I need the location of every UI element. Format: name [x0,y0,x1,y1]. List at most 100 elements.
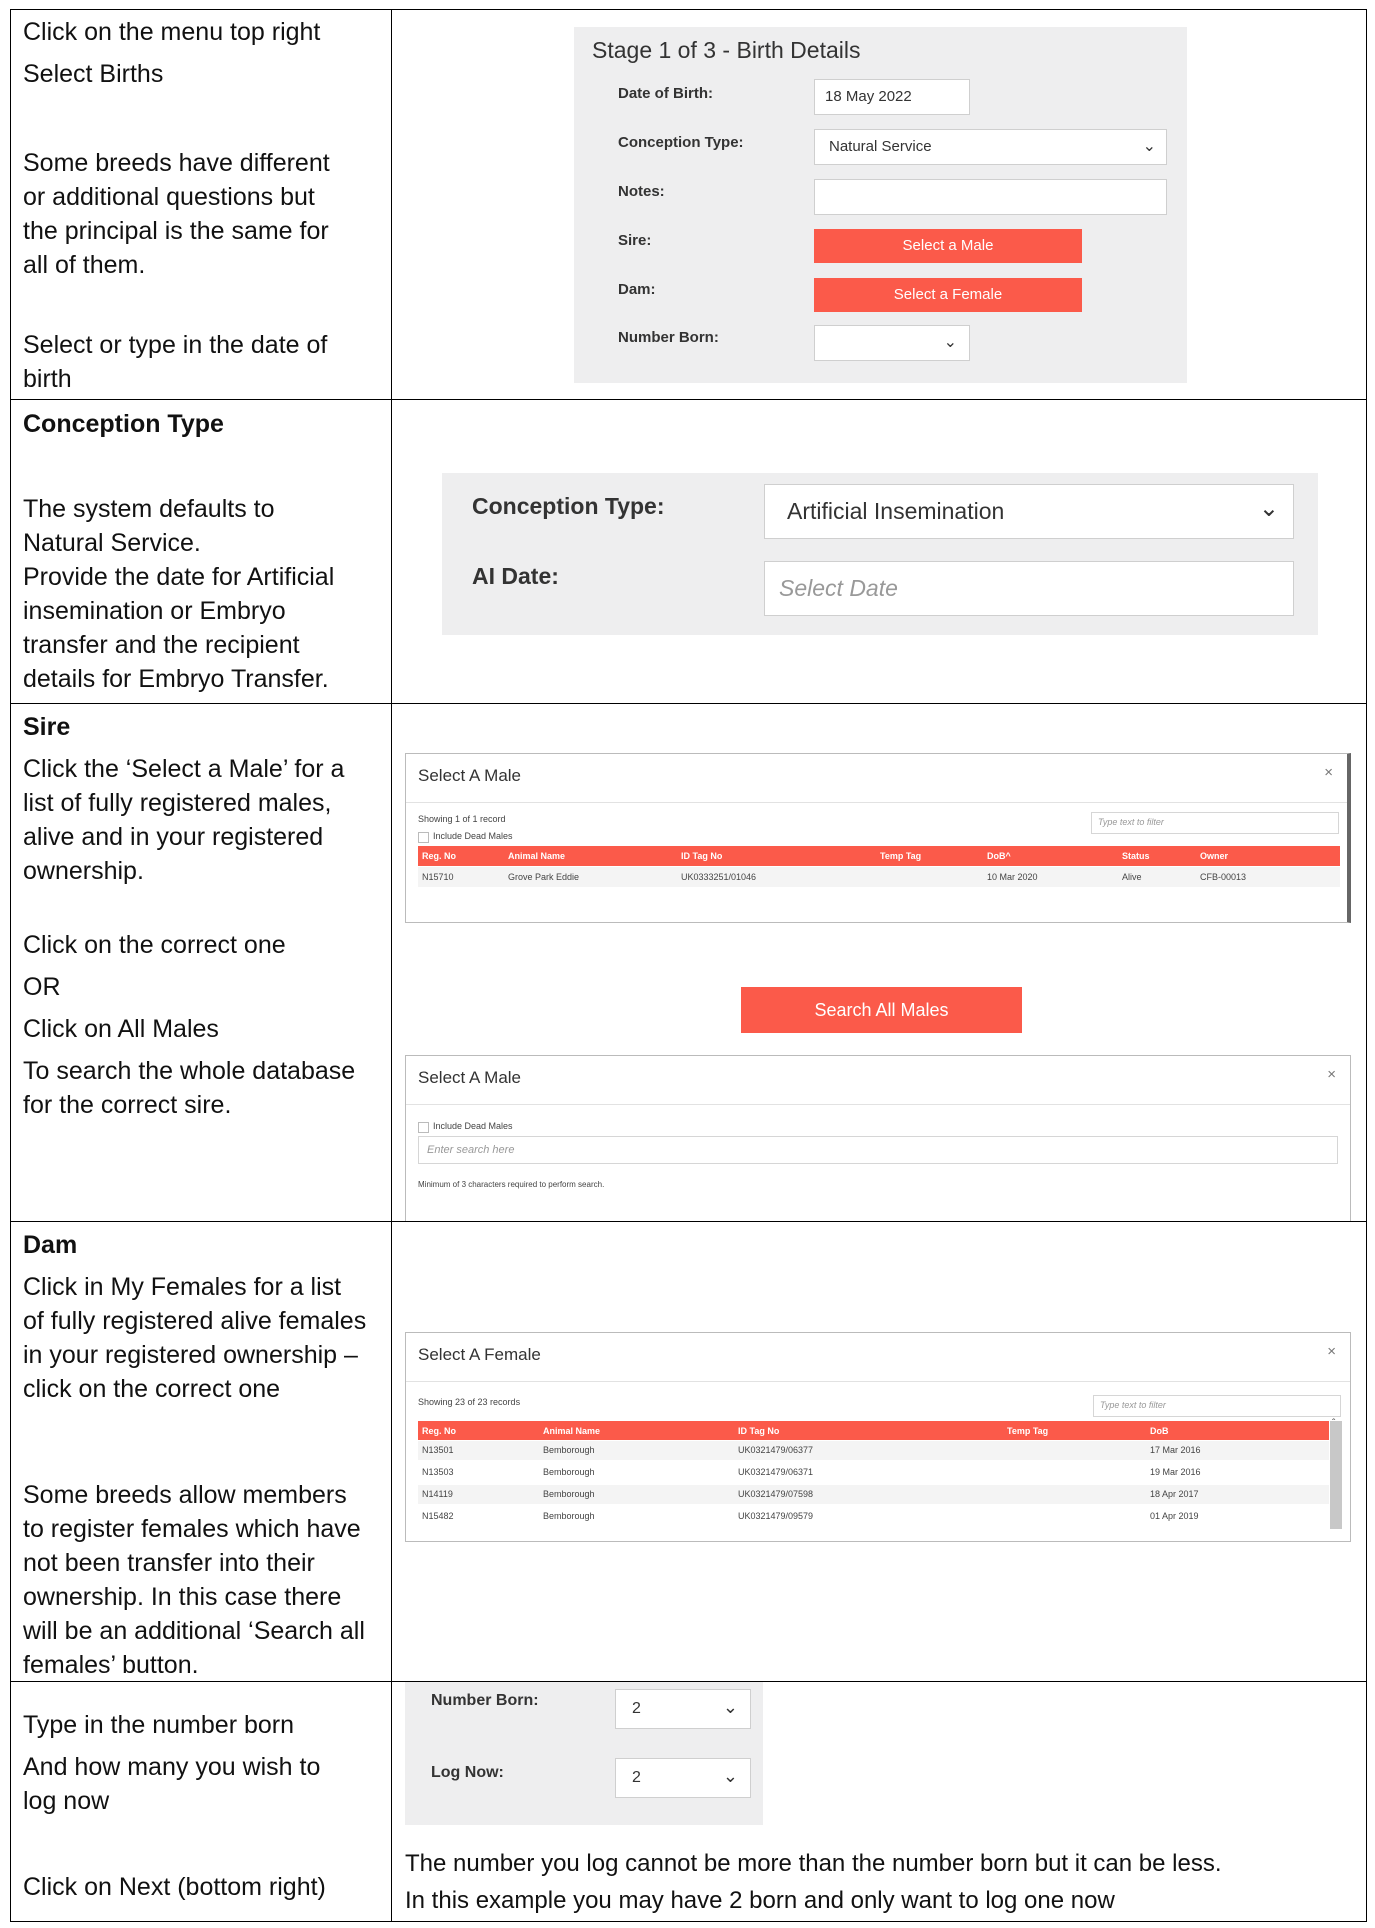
table-row[interactable]: N15710 Grove Park Eddie UK0333251/01046 … [418,867,1340,887]
col-reg-no[interactable]: Reg. No [422,1426,456,1436]
dialog-title: Select A Male [418,1068,522,1087]
table-row[interactable]: N14119 Bemborough UK0321479/07598 18 Apr… [418,1485,1329,1504]
dialog-divider [406,1104,1350,1105]
select-male-dialog: Select A Male × Showing 1 of 1 record Ty… [405,753,1351,923]
col-owner[interactable]: Owner [1200,851,1228,861]
cell-reg-no: N14119 [422,1489,453,1499]
table-header: Reg. No Animal Name ID Tag No Temp Tag D… [418,846,1340,866]
row4-right: Select A Female × Showing 23 of 23 recor… [391,1221,1367,1682]
text-date-of-birth: Select or type in the date of birth [23,331,328,393]
cell-owner: CFB-00013 [1200,872,1247,882]
text-provide-date: Provide the date for Artificial insemina… [23,563,335,693]
birth-details-form: Stage 1 of 3 - Birth Details Date of Bir… [574,27,1187,383]
search-input[interactable]: Enter search here [418,1136,1338,1164]
col-animal-name[interactable]: Animal Name [508,851,565,861]
conception-select[interactable]: Natural Service ⌄ [814,129,1167,165]
ai-date-input[interactable]: Select Date [764,561,1294,616]
number-born-value: 2 [632,1700,641,1717]
select-female-button[interactable]: Select a Female [814,278,1082,312]
cell-reg-no: N13501 [422,1445,454,1455]
showing-count: Showing 23 of 23 records [418,1397,521,1407]
row1-left: Click on the menu top right Select Birth… [10,9,392,400]
cell-animal-name: Bemborough [543,1445,595,1455]
include-dead-checkbox[interactable] [418,832,429,843]
row5-left: Type in the number born And how many you… [10,1681,392,1922]
instruction-table: Click on the menu top right Select Birth… [10,9,1367,1922]
include-dead-checkbox[interactable] [418,1122,429,1133]
col-id-tag[interactable]: ID Tag No [738,1426,779,1436]
cell-reg-no: N13503 [422,1467,454,1477]
cell-dob: 01 Apr 2019 [1150,1511,1199,1521]
cell-animal-name: Grove Park Eddie [508,872,580,882]
text-some-breeds: Some breeds allow members to register fe… [23,1481,365,1679]
search-male-dialog: Select A Male × Include Dead Males Enter… [405,1055,1351,1221]
col-reg-no[interactable]: Reg. No [422,851,456,861]
table-row[interactable]: N13503 Bemborough UK0321479/06371 19 Mar… [418,1463,1329,1482]
conception-value-large: Artificial Insemination [787,498,1005,524]
log-now-label: Log Now: [431,1764,504,1781]
text-breeds: Some breeds have different or additional… [23,149,330,279]
row2-right: Conception Type: Artificial Insemination… [391,399,1367,704]
col-id-tag[interactable]: ID Tag No [681,851,722,861]
text-or: OR [23,973,61,1001]
sire-label: Sire: [618,232,652,249]
close-icon[interactable]: × [1324,764,1333,781]
cell-reg-no: N15482 [422,1511,454,1521]
search-all-males-button[interactable]: Search All Males [741,987,1022,1033]
cell-animal-name: Bemborough [543,1467,595,1477]
col-dob[interactable]: DoB [1150,1426,1169,1436]
row3-right: Select A Male × Showing 1 of 1 record Ty… [391,703,1367,1222]
col-dob[interactable]: DoB^ [987,851,1011,861]
heading-dam: Dam [23,1231,78,1259]
text-select-births: Select Births [23,60,164,88]
include-dead-label: Include Dead Males [433,831,513,841]
log-now-select[interactable]: 2 ⌄ [615,1758,751,1798]
number-born-select[interactable]: ⌄ [814,325,970,361]
row5-right: Number Born: 2 ⌄ Log Now: 2 ⌄ The number… [391,1681,1367,1922]
text-log-now: And how many you wish to log now [23,1753,321,1815]
conception-select-large[interactable]: Artificial Insemination ⌄ [764,484,1294,539]
cell-dob: 17 Mar 2016 [1150,1445,1201,1455]
table-row[interactable]: N13501 Bemborough UK0321479/06377 17 Mar… [418,1441,1329,1460]
number-born-form: Number Born: 2 ⌄ Log Now: 2 ⌄ [405,1682,763,1825]
row3-left: Sire Click the ‘Select a Male’ for a lis… [10,703,392,1222]
notes-input[interactable] [814,179,1167,215]
ai-date-label: AI Date: [472,563,559,589]
notes-label: Notes: [618,183,665,200]
text-my-females: Click in My Females for a list of fully … [23,1273,367,1403]
text-default: The system defaults to Natural Service. [23,495,275,557]
col-animal-name[interactable]: Animal Name [543,1426,600,1436]
dialog-title: Select A Female [418,1345,541,1364]
scrollbar[interactable]: ˆ [1330,1418,1342,1529]
row-sire: Sire Click the ‘Select a Male’ for a lis… [10,703,1367,1222]
close-icon[interactable]: × [1327,1343,1336,1360]
dob-label: Date of Birth: [618,85,713,102]
filter-input[interactable]: Type text to filter [1093,1395,1341,1417]
row-births: Click on the menu top right Select Birth… [10,9,1367,400]
number-born-label: Number Born: [431,1692,539,1709]
col-temp-tag[interactable]: Temp Tag [880,851,921,861]
conception-label-large: Conception Type: [472,493,665,519]
select-male-button[interactable]: Select a Male [814,229,1082,263]
cell-dob: 19 Mar 2016 [1150,1467,1201,1477]
text-search-database: To search the whole database for the cor… [23,1057,356,1119]
cell-reg-no: N15710 [422,872,454,882]
table-row[interactable]: N15482 Bemborough UK0321479/09579 01 Apr… [418,1507,1329,1526]
cell-id-tag: UK0321479/09579 [738,1511,814,1521]
scroll-up-icon[interactable]: ˆ [1332,1418,1335,1429]
cell-animal-name: Bemborough [543,1511,595,1521]
filter-input[interactable]: Type text to filter [1091,812,1339,834]
chevron-down-icon: ⌄ [722,1766,738,1786]
col-status[interactable]: Status [1122,851,1150,861]
text-click-next: Click on Next (bottom right) [23,1873,326,1901]
number-born-select[interactable]: 2 ⌄ [615,1689,751,1729]
close-icon[interactable]: × [1327,1066,1336,1083]
cell-id-tag: UK0321479/06371 [738,1467,814,1477]
conception-label: Conception Type: [618,134,744,151]
cell-id-tag: UK0321479/06377 [738,1445,814,1455]
dob-input[interactable]: 18 May 2022 [814,79,970,115]
col-temp-tag[interactable]: Temp Tag [1007,1426,1048,1436]
log-now-value: 2 [632,1769,641,1786]
row4-left: Dam Click in My Females for a list of fu… [10,1221,392,1682]
dialog-divider [406,1381,1350,1382]
